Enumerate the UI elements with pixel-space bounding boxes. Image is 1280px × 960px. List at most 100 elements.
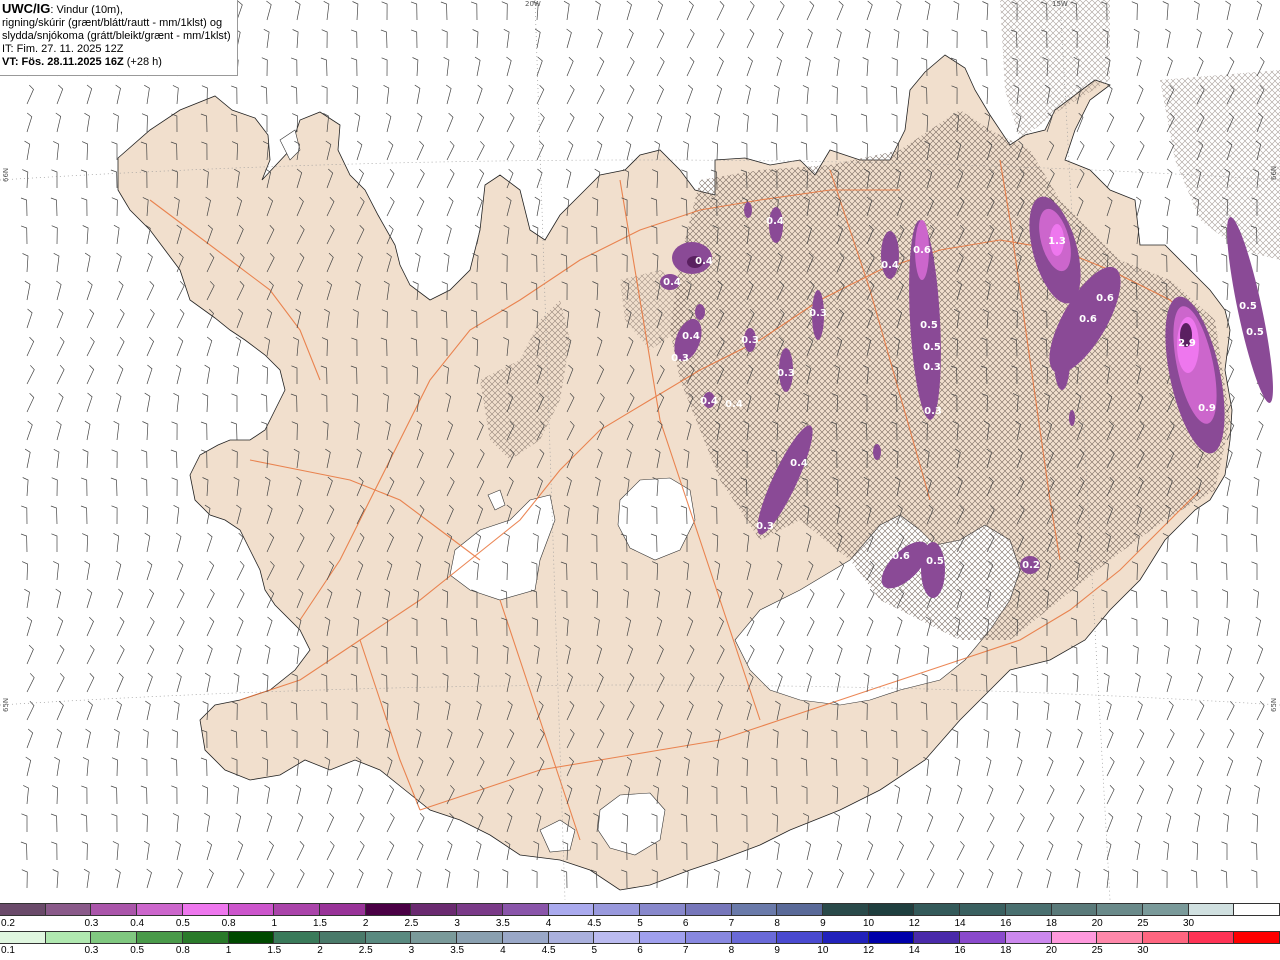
wind-barb xyxy=(1251,813,1258,833)
wind-barb xyxy=(1192,841,1199,861)
wind-barb xyxy=(84,252,91,273)
wind-barb xyxy=(56,420,62,441)
legend-tick-label: 20 xyxy=(1045,945,1057,956)
wind-barb xyxy=(175,364,182,385)
wind-barb xyxy=(536,168,543,189)
wind-barb xyxy=(1046,784,1055,805)
wind-barb xyxy=(774,840,780,861)
wind-barb xyxy=(686,56,695,77)
wind-barb xyxy=(350,57,358,77)
wind-barb xyxy=(381,1,388,21)
wind-barb xyxy=(746,56,753,77)
wind-barb xyxy=(21,869,28,889)
wind-barb xyxy=(50,505,58,525)
legend-swatch xyxy=(1005,932,1052,943)
precip-value-label: 0.6 xyxy=(913,245,931,256)
wind-barb xyxy=(1220,561,1228,581)
wind-barb xyxy=(982,1,989,21)
lat-label-66n-left: 66N xyxy=(2,167,10,182)
wind-barb xyxy=(596,28,603,49)
wind-barb xyxy=(956,812,965,833)
wind-barb xyxy=(1106,756,1115,777)
wind-barb xyxy=(1196,28,1202,49)
legend-tick-label: 2.5 xyxy=(358,945,373,956)
legend-tick-label: 1 xyxy=(225,945,232,956)
wind-barb xyxy=(896,869,905,889)
wind-barb xyxy=(985,756,992,777)
wind-barb xyxy=(741,141,748,161)
precip-value-label: 0.5 xyxy=(923,342,941,353)
wind-barb xyxy=(146,617,155,637)
wind-barb xyxy=(83,868,90,889)
legend-swatch xyxy=(45,932,92,943)
wind-barb xyxy=(171,729,178,749)
wind-barb xyxy=(116,252,122,273)
wind-barb xyxy=(1196,784,1203,805)
legend-swatch xyxy=(868,932,915,943)
legend-swatch xyxy=(182,904,229,915)
wind-barb xyxy=(56,336,65,357)
wind-barb xyxy=(356,140,363,161)
wind-barb xyxy=(1106,168,1115,189)
wind-barb xyxy=(922,29,929,49)
wind-barb xyxy=(141,113,148,133)
precip-value-label: 0.4 xyxy=(766,216,784,227)
wind-barb xyxy=(806,0,815,21)
wind-barb xyxy=(1105,840,1112,861)
wind-barb xyxy=(1106,141,1115,161)
legend-tick-label: 25 xyxy=(1137,918,1149,929)
wind-barb xyxy=(26,365,35,385)
wind-barb xyxy=(292,29,299,49)
precip-value-label: 0.5 xyxy=(1246,327,1264,338)
wind-barb xyxy=(890,85,898,105)
wind-barb xyxy=(834,812,840,833)
legend-tick-label: 3.5 xyxy=(450,945,465,956)
legend-tick-label: 0.2 xyxy=(1,918,15,929)
wind-barb xyxy=(266,840,274,861)
wind-barb xyxy=(56,364,65,385)
wind-barb xyxy=(111,197,118,217)
wind-barb xyxy=(1016,784,1025,805)
wind-barb xyxy=(21,813,28,832)
wind-barb xyxy=(866,868,875,889)
wind-barb xyxy=(416,169,425,189)
wind-barb xyxy=(415,252,421,273)
legend-tick-label: 20 xyxy=(1091,918,1103,929)
wind-barb xyxy=(410,1,418,21)
wind-barb xyxy=(1256,392,1265,413)
wind-barb xyxy=(202,393,209,413)
wind-barb xyxy=(951,29,958,49)
wind-barb xyxy=(84,112,90,133)
wind-barb xyxy=(172,813,179,833)
wind-barb xyxy=(113,728,120,749)
wind-barb xyxy=(1132,869,1139,889)
wind-barb xyxy=(1136,757,1145,777)
wind-barb xyxy=(1163,840,1170,861)
legend-tick-label: 8 xyxy=(774,918,780,929)
wind-barb xyxy=(116,364,124,385)
wind-barb xyxy=(233,672,240,693)
wind-barb xyxy=(1076,728,1083,749)
wind-barb xyxy=(290,57,298,77)
wind-barb xyxy=(173,700,180,721)
wind-barb xyxy=(26,673,35,693)
wind-barb xyxy=(1224,616,1230,637)
wind-barb xyxy=(84,560,91,581)
wind-barb xyxy=(986,868,994,889)
wind-barb xyxy=(171,785,178,805)
legend-swatch xyxy=(182,932,229,943)
wind-barb xyxy=(140,449,148,469)
legend-swatch xyxy=(274,904,321,915)
wind-barb xyxy=(326,784,333,805)
wind-barb xyxy=(24,140,31,161)
wind-barb xyxy=(416,840,424,861)
wind-barb xyxy=(176,308,185,329)
legend-tick-label: 2 xyxy=(317,945,323,956)
wind-barb xyxy=(116,336,125,357)
wind-barb xyxy=(81,141,88,161)
wind-barb xyxy=(565,168,572,189)
wind-barb xyxy=(86,364,95,385)
wind-barb xyxy=(20,225,28,245)
wind-barb xyxy=(836,28,842,49)
wind-barb xyxy=(1106,728,1114,749)
